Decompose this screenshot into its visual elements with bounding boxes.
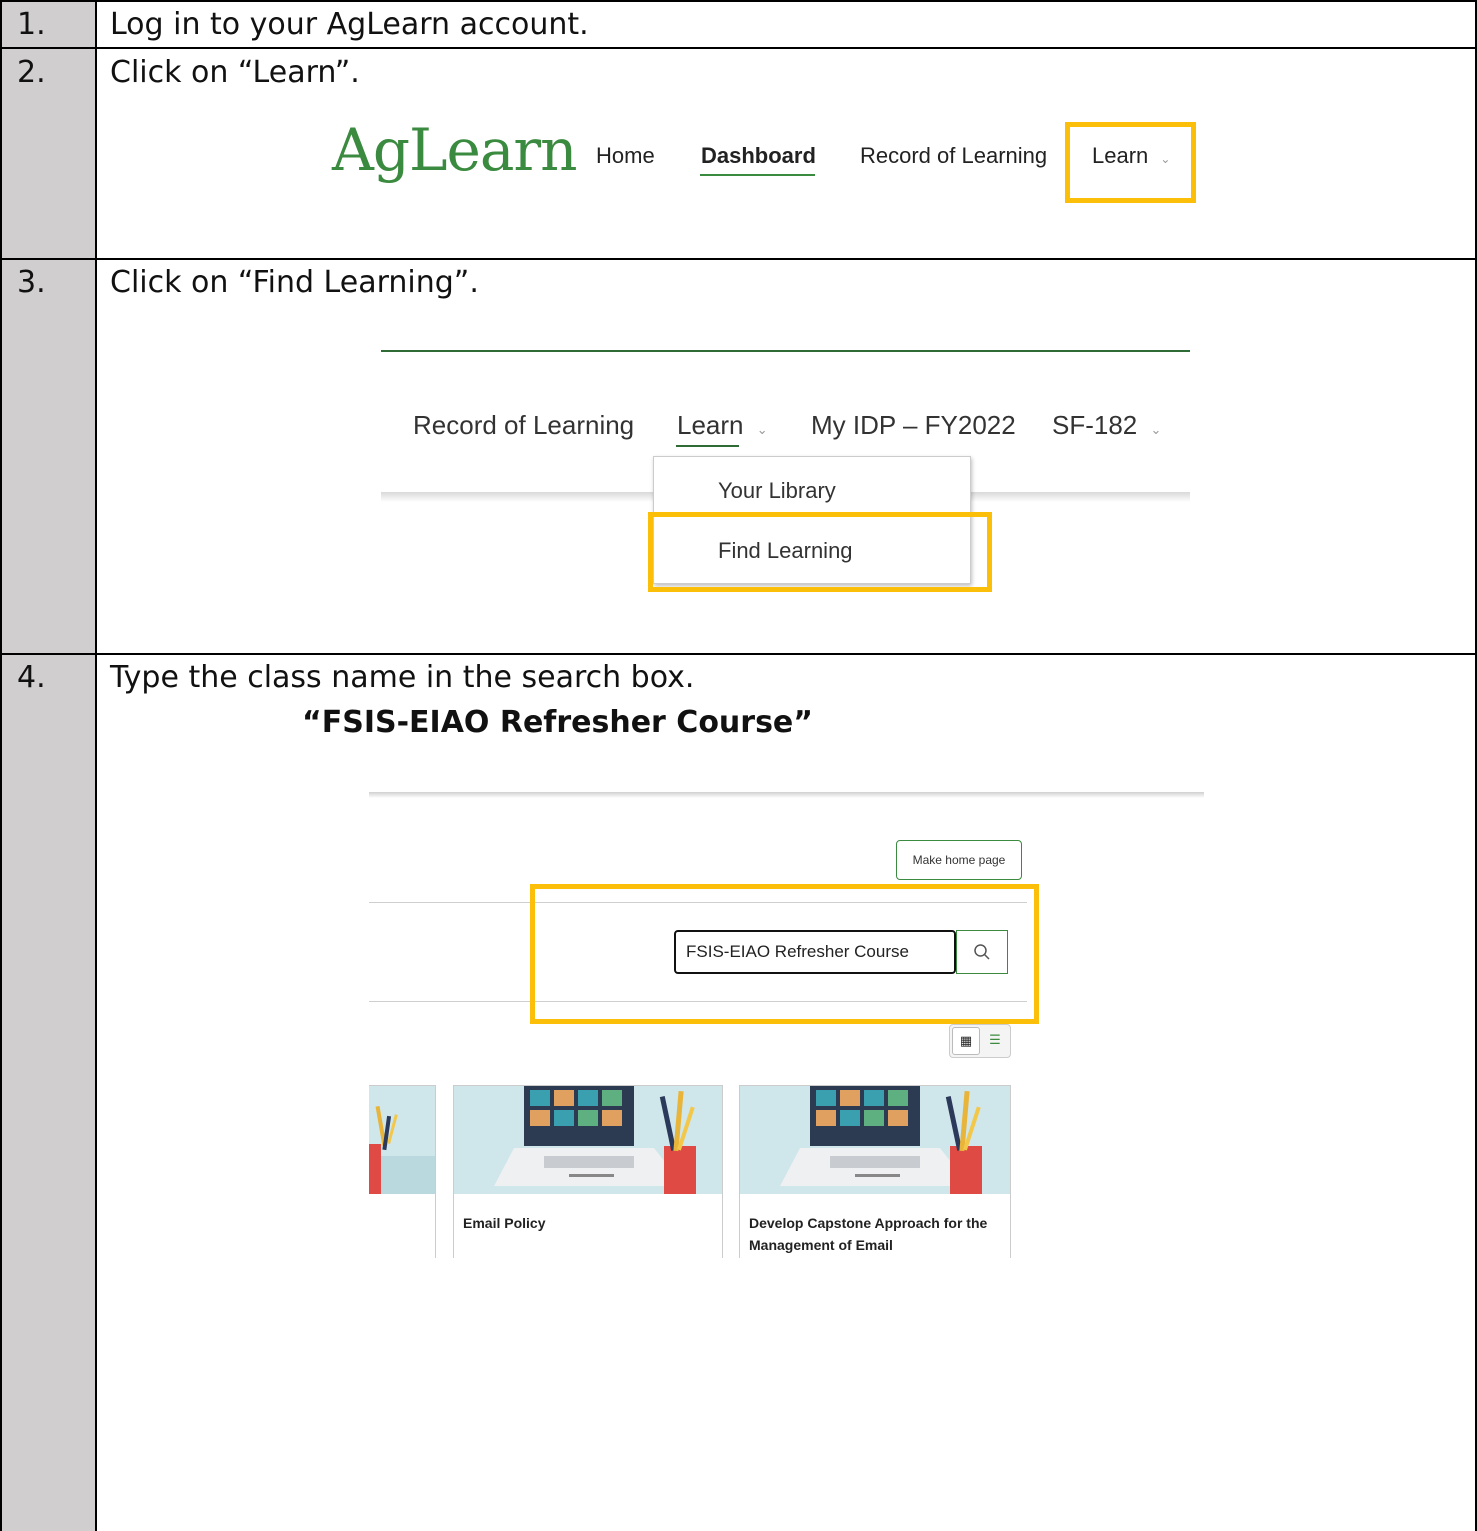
nav-my-idp[interactable]: My IDP – FY2022	[811, 410, 1016, 441]
header-green-line	[381, 350, 1190, 352]
nav-record-of-learning[interactable]: Record of Learning	[413, 410, 634, 441]
card-thumbnail	[369, 1086, 435, 1194]
make-home-page-button[interactable]: Make home page	[896, 840, 1022, 880]
card-illustration	[369, 1105, 435, 1194]
step-number: 2.	[17, 55, 46, 90]
menu-item-your-library[interactable]: Your Library	[718, 478, 836, 504]
class-name: “FSIS-EIAO Refresher Course”	[302, 705, 813, 740]
step-number: 1.	[17, 7, 46, 42]
highlight-box-search	[530, 884, 1039, 1024]
grid-view-icon[interactable]: ▦	[952, 1027, 980, 1055]
list-view-icon[interactable]: ☰	[984, 1029, 1006, 1051]
highlight-box-learn	[1065, 122, 1196, 203]
step-number-column	[0, 0, 95, 1531]
nav-sf-182-label: SF-182	[1052, 410, 1138, 440]
step-text: Type the class name in the search box.	[110, 660, 695, 695]
instruction-table: 1. Log in to your AgLearn account. 2. Cl…	[0, 0, 1477, 1531]
active-tab-underline	[700, 174, 815, 176]
active-tab-underline	[676, 445, 739, 447]
row-divider	[0, 0, 1477, 2]
nav-sf-182[interactable]: SF-182 ⌄	[1052, 410, 1161, 441]
nav-learn-label: Learn	[677, 410, 744, 440]
column-divider	[95, 0, 97, 1531]
card-title: Develop Capstone Approach for the Manage…	[749, 1215, 988, 1253]
course-card-partial[interactable]	[369, 1085, 436, 1258]
step-text: Click on “Learn”.	[110, 55, 360, 90]
nav-dashboard[interactable]: Dashboard	[701, 143, 816, 169]
table-border-left	[0, 0, 2, 1531]
chevron-down-icon: ⌄	[1150, 422, 1162, 437]
step-text: Log in to your AgLearn account.	[110, 7, 589, 42]
nav-record-of-learning[interactable]: Record of Learning	[860, 143, 1047, 169]
nav-home[interactable]: Home	[596, 143, 655, 169]
step-text: Click on “Find Learning”.	[110, 265, 479, 300]
step-number: 4.	[17, 660, 46, 695]
aglearn-logo: AgLearn	[332, 116, 578, 184]
card-thumbnail	[740, 1086, 1010, 1194]
course-card[interactable]: Develop Capstone Approach for the Manage…	[739, 1085, 1011, 1258]
chevron-down-icon: ⌄	[756, 422, 768, 437]
course-card[interactable]: Email Policy	[453, 1085, 723, 1258]
row-divider	[0, 258, 1477, 260]
nav-learn[interactable]: Learn ⌄	[677, 410, 768, 441]
card-illustration	[740, 1086, 1010, 1194]
row-divider	[0, 653, 1477, 655]
card-illustration	[454, 1086, 722, 1194]
card-thumbnail	[454, 1086, 722, 1194]
row-divider	[0, 47, 1477, 49]
highlight-box-find-learning	[648, 512, 992, 592]
step-number: 3.	[17, 265, 46, 300]
card-title: Email Policy	[463, 1215, 546, 1231]
header-shadow	[369, 792, 1204, 798]
view-toggle: ▦ ☰	[949, 1024, 1011, 1058]
